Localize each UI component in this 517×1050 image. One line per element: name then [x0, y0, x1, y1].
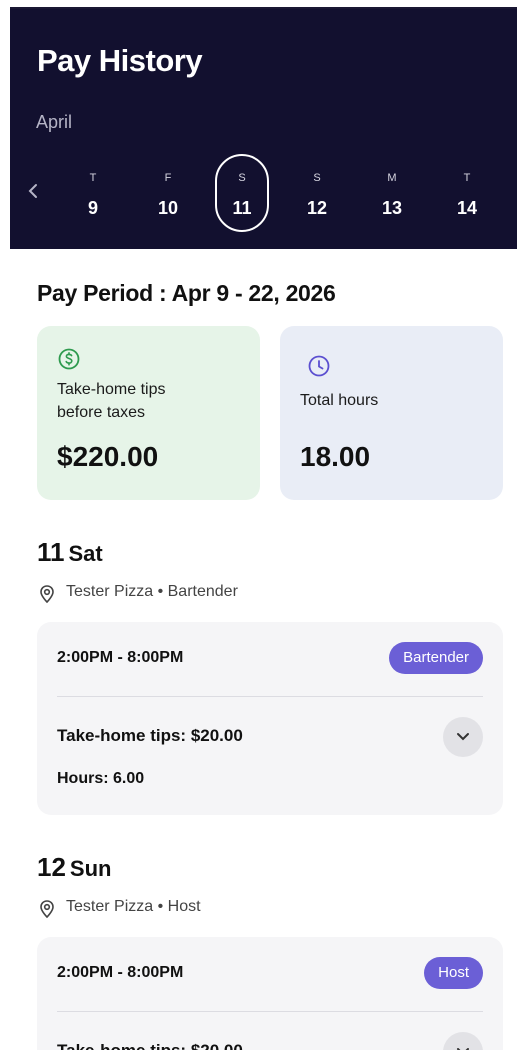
- hours-summary-card: Total hours 18.00: [280, 326, 503, 500]
- shift-card[interactable]: 2:00PM - 8:00PM Bartender Take-home tips…: [37, 622, 503, 815]
- shift-hours: Hours: 6.00: [57, 770, 145, 787]
- chevron-down-icon: [457, 1048, 469, 1050]
- day-13[interactable]: M 13: [365, 154, 419, 232]
- divider: [57, 696, 483, 697]
- status-strip: [0, 0, 517, 9]
- month-label: April: [36, 112, 73, 132]
- chevron-down-icon: [457, 733, 469, 741]
- shift-tips: Take-home tips: $20.00: [57, 1041, 243, 1050]
- tips-summary-card: Take-home tips before taxes $220.00: [37, 326, 260, 500]
- shift-time: 2:00PM - 8:00PM: [57, 649, 184, 666]
- role-badge: Bartender: [389, 642, 483, 674]
- hours-value: 18.00: [300, 441, 371, 472]
- expand-button[interactable]: [443, 1032, 483, 1050]
- location-pin-icon: [40, 900, 54, 919]
- pay-period-title: Pay Period : Apr 9 - 22, 2026: [37, 280, 336, 306]
- day-12[interactable]: S 12: [290, 154, 344, 232]
- day-heading: 11 Sat: [37, 537, 103, 567]
- location-pin-icon: [40, 585, 54, 604]
- day-14[interactable]: T 14: [440, 154, 494, 232]
- hours-label: Total hours: [300, 392, 379, 409]
- shift-card[interactable]: 2:00PM - 8:00PM Host Take-home tips: $20…: [37, 937, 503, 1050]
- shift-tips: Take-home tips: $20.00: [57, 726, 243, 745]
- chevron-left-icon[interactable]: [26, 181, 46, 201]
- shift-time: 2:00PM - 8:00PM: [57, 964, 184, 981]
- day-heading: 12 Sun: [37, 852, 112, 882]
- tips-label: Take-home tips before taxes: [57, 381, 166, 421]
- page-title: Pay History: [37, 43, 203, 78]
- clock-icon: [308, 355, 330, 377]
- day-9[interactable]: T 9: [66, 154, 120, 232]
- day-11-selected[interactable]: S 11: [215, 154, 269, 232]
- dollar-icon: [58, 348, 80, 370]
- role-badge: Host: [424, 957, 483, 989]
- divider: [57, 1011, 483, 1012]
- tips-value: $220.00: [57, 441, 159, 472]
- header: Pay History April T 9 F 10 S 11 S 12 M 1…: [10, 9, 517, 249]
- expand-button[interactable]: [443, 717, 483, 757]
- day-10[interactable]: F 10: [141, 154, 195, 232]
